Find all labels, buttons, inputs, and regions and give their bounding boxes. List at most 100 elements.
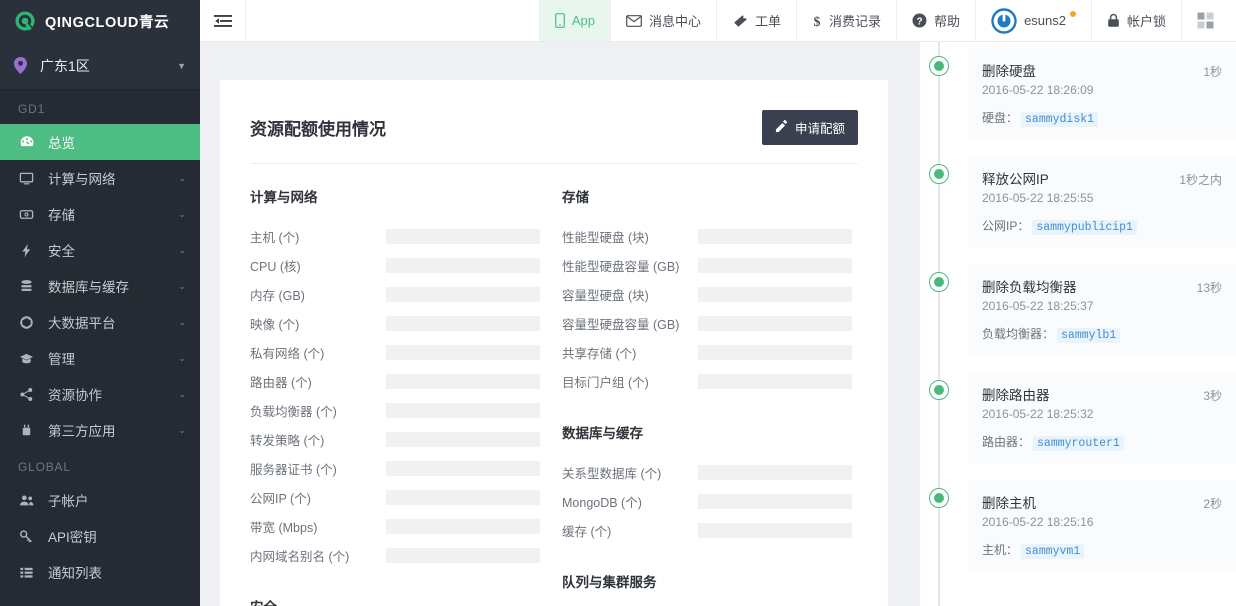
top-item-help[interactable]: ? 帮助 <box>896 0 975 41</box>
top-item-user-account[interactable]: esuns2 <box>975 0 1091 41</box>
sidebar-item-label: 大数据平台 <box>48 316 116 331</box>
zone-selector[interactable]: 广东1区 ▼ <box>0 42 200 90</box>
quota-row: 性能型硬盘容量 (GB) <box>562 251 858 280</box>
top-item-app[interactable]: App <box>538 0 610 41</box>
quota-bar <box>698 345 852 360</box>
timeline-dot-icon <box>929 56 949 76</box>
timeline-dot-icon <box>929 488 949 508</box>
activity-item[interactable]: 释放公网IP 1秒之内 2016-05-22 18:25:55 公网IP： sam… <box>920 156 1236 248</box>
quota-label: 性能型硬盘 (块) <box>562 231 649 245</box>
sidebar-group-label: GD1 <box>18 102 46 116</box>
quota-row: 目标门户组 (个) <box>562 367 858 396</box>
activity-gap <box>920 248 1236 264</box>
activity-resource-name[interactable]: sammyrouter1 <box>1033 436 1124 451</box>
activity-timeline-panel: 删除硬盘 1秒 2016-05-22 18:26:09 硬盘： sammydisk… <box>920 42 1236 606</box>
activity-item[interactable]: 删除主机 2秒 2016-05-22 18:25:16 主机： sammyvm1 <box>920 480 1236 572</box>
quota-row: 路由器 (个) <box>250 367 554 396</box>
top-item-message-center[interactable]: 消息中心 <box>610 0 716 41</box>
sidebar-item-storage[interactable]: 存储 ⌄ <box>0 196 200 232</box>
sidebar-item-sub-accounts[interactable]: 子帐户 <box>0 482 200 518</box>
sidebar-item-label: 通知列表 <box>48 566 102 581</box>
activity-title: 删除负载均衡器 <box>982 280 1077 295</box>
users-icon <box>18 493 35 508</box>
sidebar-item-label: 管理 <box>48 352 75 367</box>
sidebar-item-label: 存储 <box>48 208 75 223</box>
sidebar-item-label: API密钥 <box>48 530 97 545</box>
quota-label: 目标门户组 (个) <box>562 376 649 390</box>
quota-bar <box>386 403 540 418</box>
sidebar-item-overview[interactable]: 总览 <box>0 124 200 160</box>
activity-timestamp: 2016-05-22 18:25:37 <box>982 299 1094 313</box>
apply-quota-button[interactable]: 申请配额 <box>761 110 858 145</box>
chevron-down-icon: ⌄ <box>178 352 186 363</box>
quota-row: 负载均衡器 (个) <box>250 396 554 425</box>
quota-bar <box>698 287 852 302</box>
quota-bar <box>698 523 852 538</box>
chevron-down-icon: ⌄ <box>178 316 186 327</box>
quota-bar <box>386 345 540 360</box>
quota-row: 共享存储 (个) <box>562 338 858 367</box>
bolt-icon <box>18 243 35 258</box>
quota-label: 性能型硬盘容量 (GB) <box>562 260 680 274</box>
activity-item[interactable]: 删除负载均衡器 13秒 2016-05-22 18:25:37 负载均衡器： sa… <box>920 264 1236 356</box>
sidebar-item-bigdata[interactable]: 大数据平台 ⌄ <box>0 304 200 340</box>
section-title: 存储 <box>562 190 589 205</box>
quota-row: 内网域名别名 (个) <box>250 541 554 570</box>
sidebar: QINGCLOUD青云 广东1区 ▼ GD1 总览 计算与网络 ⌄ 存储 ⌄ 安… <box>0 0 200 606</box>
sidebar-item-resource-collab[interactable]: 资源协作 ⌄ <box>0 376 200 412</box>
quota-bar <box>386 229 540 244</box>
svg-text:?: ? <box>916 16 922 27</box>
quota-bar <box>386 519 540 534</box>
quota-bar <box>386 258 540 273</box>
quota-label: 内存 (GB) <box>250 289 305 303</box>
plugin-icon <box>18 423 35 438</box>
quota-bar <box>386 548 540 563</box>
section-title: 队列与集群服务 <box>562 575 657 590</box>
activity-duration: 13秒 <box>1196 281 1222 295</box>
top-item-account-lock[interactable]: 帐户锁 <box>1090 0 1181 41</box>
activity-resource-name[interactable]: sammylb1 <box>1057 328 1121 343</box>
activity-item[interactable]: 删除硬盘 1秒 2016-05-22 18:26:09 硬盘： sammydisk… <box>920 48 1236 140</box>
sidebar-item-api-keys[interactable]: API密钥 <box>0 518 200 554</box>
activity-resource-name[interactable]: sammypublicip1 <box>1032 220 1137 235</box>
activity-meta-label: 公网IP： <box>982 219 1030 233</box>
quota-label: 转发策略 (个) <box>250 434 325 448</box>
activity-resource-name[interactable]: sammyvm1 <box>1021 544 1085 559</box>
sidebar-item-third-party-apps[interactable]: 第三方应用 ⌄ <box>0 412 200 448</box>
activity-timestamp: 2016-05-22 18:25:16 <box>982 515 1094 529</box>
activity-duration: 1秒之内 <box>1179 173 1222 187</box>
apply-quota-label: 申请配额 <box>794 122 845 136</box>
disk-icon <box>18 207 35 222</box>
sidebar-item-management[interactable]: 管理 ⌄ <box>0 340 200 376</box>
top-item-billing[interactable]: $ 消费记录 <box>796 0 896 41</box>
qingcloud-logo-icon <box>14 10 36 32</box>
activity-duration: 2秒 <box>1203 497 1222 511</box>
quota-row: CPU (核) <box>250 251 554 280</box>
sidebar-item-security[interactable]: 安全 ⌄ <box>0 232 200 268</box>
timeline-dot-icon <box>929 380 949 400</box>
brand[interactable]: QINGCLOUD青云 <box>0 0 200 42</box>
collapse-sidebar-icon[interactable] <box>200 0 246 41</box>
question-circle-icon: ? <box>912 13 927 28</box>
quota-bar <box>386 287 540 302</box>
section-title: 安全 <box>250 596 554 606</box>
quota-row: 带宽 (Mbps) <box>250 512 554 541</box>
top-item-label: App <box>571 13 595 28</box>
edit-icon <box>775 119 788 136</box>
top-item-apps-grid[interactable] <box>1181 0 1236 41</box>
sidebar-item-notifications[interactable]: 通知列表 <box>0 554 200 590</box>
activity-item[interactable]: 删除路由器 3秒 2016-05-22 18:25:32 路由器： sammyro… <box>920 372 1236 464</box>
activity-resource-name[interactable]: sammydisk1 <box>1021 112 1099 127</box>
quota-label: 关系型数据库 (个) <box>562 467 662 481</box>
quota-bar <box>698 494 852 509</box>
top-item-tickets[interactable]: 工单 <box>716 0 796 41</box>
quota-label: CPU (核) <box>250 260 301 274</box>
quota-label: 服务器证书 (个) <box>250 463 337 477</box>
envelope-icon <box>626 14 642 27</box>
quota-label: 容量型硬盘 (块) <box>562 289 649 303</box>
sidebar-item-compute-network[interactable]: 计算与网络 ⌄ <box>0 160 200 196</box>
timeline-dot-icon <box>929 164 949 184</box>
top-item-label: 帮助 <box>934 14 961 29</box>
sidebar-item-database-cache[interactable]: 数据库与缓存 ⌄ <box>0 268 200 304</box>
user-avatar-icon <box>991 7 1017 34</box>
